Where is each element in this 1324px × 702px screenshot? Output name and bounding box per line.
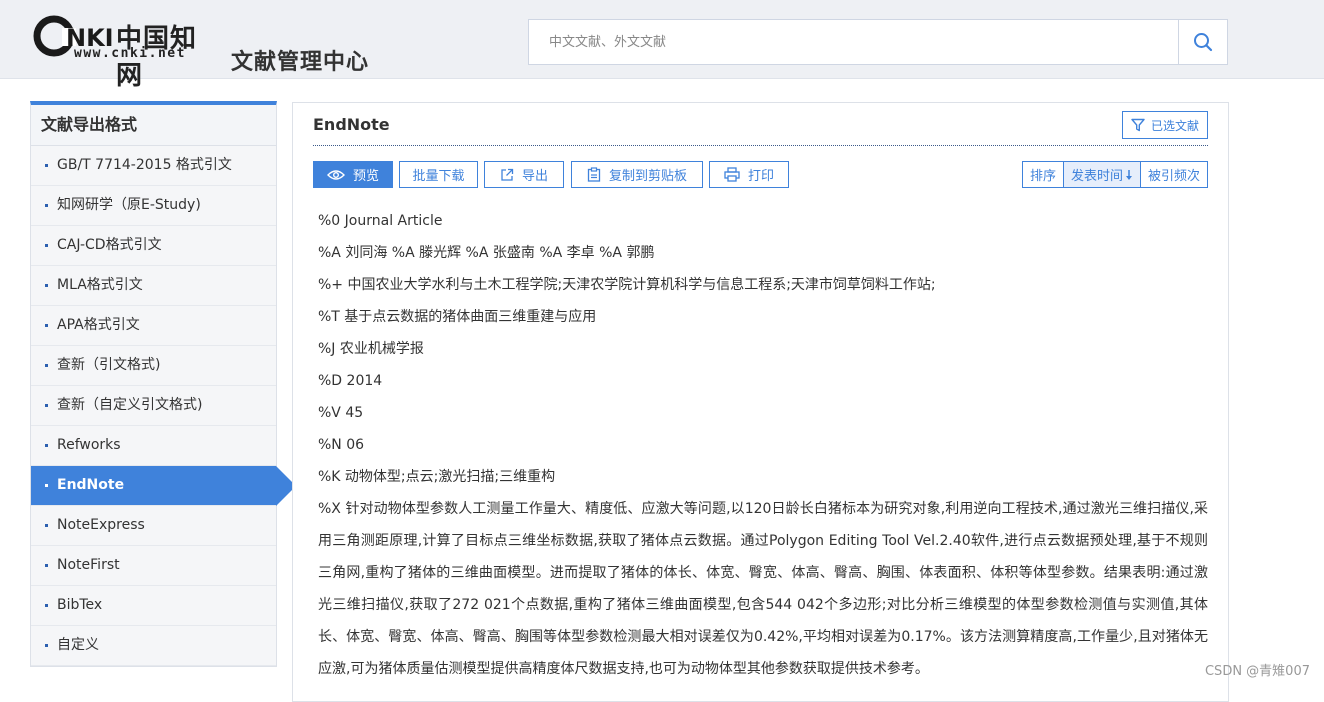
selected-documents-button[interactable]: 已选文献	[1122, 111, 1208, 139]
sidebar-item-label: EndNote	[57, 477, 125, 493]
sidebar-item-label: MLA格式引文	[57, 277, 143, 293]
bullet-icon	[45, 564, 48, 567]
record-line-number: %N 06	[318, 437, 365, 453]
sidebar-item-label: 知网研学（原E-Study)	[57, 197, 201, 213]
search-box	[528, 19, 1228, 65]
bullet-icon	[45, 284, 48, 287]
selected-documents-label: 已选文献	[1150, 118, 1199, 133]
sort-by-date-label: 发表时间	[1070, 169, 1123, 184]
record-line-abstract: %X 针对动物体型参数人工测量工作量大、精度低、应激大等问题,以120日龄长白猪…	[318, 501, 1208, 677]
search-button[interactable]	[1178, 20, 1227, 64]
sidebar-item-label: NoteFirst	[57, 557, 120, 573]
eye-icon	[326, 169, 345, 180]
record-line-journal: %J 农业机械学报	[318, 341, 424, 357]
record-line-date: %D 2014	[318, 373, 383, 389]
bullet-icon	[45, 364, 48, 367]
export-format-sidebar: 文献导出格式 GB/T 7714-2015 格式引文 知网研学（原E-Study…	[30, 101, 296, 667]
bullet-icon	[45, 324, 48, 327]
search-input[interactable]	[529, 20, 1181, 64]
bullet-icon	[45, 164, 48, 167]
top-header: NKI 中国知网 www.cnki.net 文献管理中心	[0, 0, 1324, 91]
sidebar-item-label: 自定义	[57, 637, 99, 653]
bullet-icon	[45, 524, 48, 527]
record-line-keywords: %K 动物体型;点云;激光扫描;三维重构	[318, 469, 556, 485]
sidebar-item-cajcd[interactable]: CAJ-CD格式引文	[31, 226, 276, 266]
bullet-icon	[45, 644, 48, 647]
sidebar-item-notefirst[interactable]: NoteFirst	[31, 546, 276, 586]
batch-download-button[interactable]: 批量下载	[399, 161, 478, 188]
bullet-icon	[45, 484, 48, 487]
record-line-type: %0 Journal Article	[318, 213, 443, 229]
sort-by-citations-button[interactable]: 被引频次	[1139, 161, 1208, 188]
sidebar-item-estudy[interactable]: 知网研学（原E-Study)	[31, 186, 276, 226]
sidebar-item-apa[interactable]: APA格式引文	[31, 306, 276, 346]
bullet-icon	[45, 604, 48, 607]
sidebar-item-refworks[interactable]: Refworks	[31, 426, 276, 466]
preview-button[interactable]: 预览	[313, 161, 393, 188]
external-link-icon	[501, 168, 514, 181]
sort-controls: 排序 发表时间 被引频次	[1021, 161, 1208, 188]
record-line-volume: %V 45	[318, 405, 364, 421]
panel-title: EndNote	[313, 115, 390, 134]
bullet-icon	[45, 204, 48, 207]
export-label: 导出	[521, 169, 548, 184]
print-label: 打印	[747, 169, 774, 184]
bullet-icon	[45, 444, 48, 447]
record-line-title: %T 基于点云数据的猪体曲面三维重建与应用	[318, 309, 597, 325]
sidebar-item-label: 查新（引文格式)	[57, 357, 161, 373]
sidebar-item-gbt7714[interactable]: GB/T 7714-2015 格式引文	[31, 146, 276, 186]
export-preview-panel: EndNote 已选文献 预览 批量下载 导出 复制到剪贴板 打印 排序 发表时…	[292, 102, 1229, 702]
sidebar-item-custom[interactable]: 自定义	[31, 626, 276, 666]
sidebar-item-label: GB/T 7714-2015 格式引文	[57, 157, 232, 173]
clipboard-icon	[587, 167, 601, 182]
filter-icon	[1131, 118, 1145, 132]
sidebar-item-endnote[interactable]: EndNote	[31, 466, 296, 506]
sidebar-item-novelty-custom[interactable]: 查新（自定义引文格式)	[31, 386, 276, 426]
title-divider	[313, 145, 1208, 146]
sidebar-item-mla[interactable]: MLA格式引文	[31, 266, 276, 306]
sidebar-item-label: Refworks	[57, 437, 121, 453]
record-line-affiliations: %+ 中国农业大学水利与土木工程学院;天津农学院计算机科学与信息工程系;天津市饲…	[318, 277, 936, 293]
batch-download-label: 批量下载	[412, 169, 465, 184]
cnki-logo[interactable]: NKI 中国知网 www.cnki.net	[32, 12, 214, 91]
copy-label: 复制到剪贴板	[608, 169, 687, 184]
sort-label: 排序	[1021, 161, 1064, 188]
logo-url-text: www.cnki.net	[74, 46, 186, 61]
sidebar-item-label: NoteExpress	[57, 517, 145, 533]
sidebar-item-bibtex[interactable]: BibTex	[31, 586, 276, 626]
preview-label: 预览	[352, 169, 379, 184]
app-title: 文献管理中心	[231, 50, 370, 75]
sidebar-title: 文献导出格式	[31, 105, 276, 146]
print-button[interactable]: 打印	[709, 161, 789, 188]
record-line-authors: %A 刘同海 %A 滕光辉 %A 张盛南 %A 李卓 %A 郭鹏	[318, 245, 655, 261]
arrow-down-icon	[1125, 169, 1132, 180]
printer-icon	[724, 167, 740, 182]
search-icon	[1194, 33, 1213, 52]
csdn-watermark: CSDN @青雉007	[1204, 664, 1310, 679]
bullet-icon	[45, 404, 48, 407]
sidebar-item-noteexpress[interactable]: NoteExpress	[31, 506, 276, 546]
sidebar-item-label: BibTex	[57, 597, 103, 613]
sidebar-item-label: CAJ-CD格式引文	[57, 237, 162, 253]
sidebar-item-label: APA格式引文	[57, 317, 140, 333]
copy-to-clipboard-button[interactable]: 复制到剪贴板	[571, 161, 703, 188]
sidebar-item-label: 查新（自定义引文格式)	[57, 397, 203, 413]
bullet-icon	[45, 244, 48, 247]
sidebar-item-novelty-citation[interactable]: 查新（引文格式)	[31, 346, 276, 386]
sort-by-date-button[interactable]: 发表时间	[1062, 161, 1141, 188]
endnote-record: %0 Journal Article %A 刘同海 %A 滕光辉 %A 张盛南 …	[318, 205, 1208, 685]
export-button[interactable]: 导出	[484, 161, 564, 188]
